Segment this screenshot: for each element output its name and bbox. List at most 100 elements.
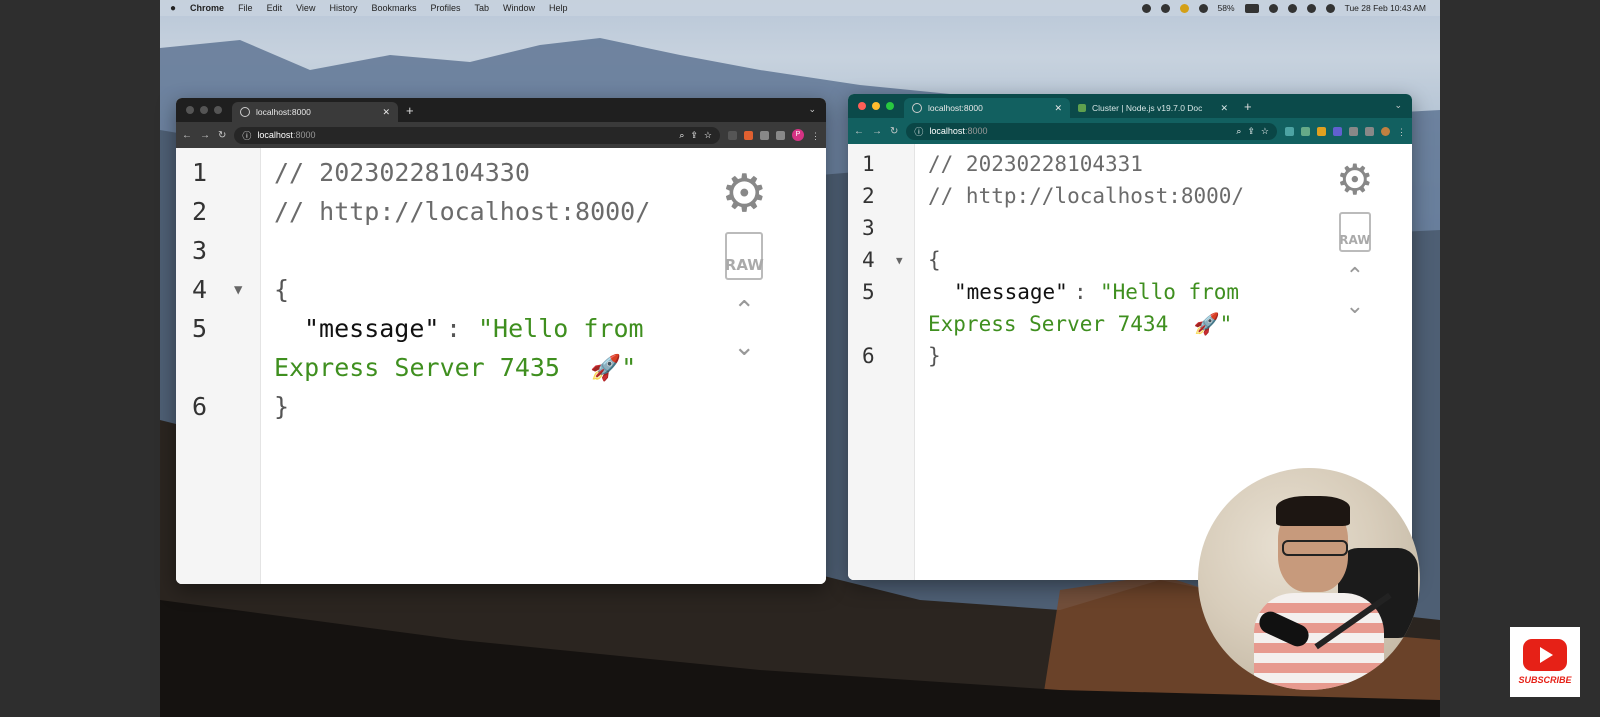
bookmark-star-icon[interactable]: ☆	[1261, 126, 1269, 137]
extension-icon[interactable]	[744, 130, 753, 140]
zoom-icon[interactable]: ⌕	[679, 130, 684, 141]
profile-avatar[interactable]: P	[792, 129, 804, 141]
raw-file-icon[interactable]: RAW	[725, 232, 764, 280]
close-window-button[interactable]	[858, 102, 866, 110]
browser-window-left: localhost:8000 ✕ + ⌄ ← → ↻ ⓘ localhost:8…	[176, 98, 826, 584]
menu-history[interactable]: History	[329, 3, 357, 13]
status-icon[interactable]	[1141, 3, 1151, 13]
gear-icon[interactable]: ⚙	[721, 168, 768, 220]
site-info-icon[interactable]: ⓘ	[914, 125, 923, 138]
battery-icon[interactable]	[1244, 3, 1259, 13]
tab-title: localhost:8000	[256, 107, 311, 117]
fold-toggle-icon[interactable]: ▼	[234, 282, 242, 298]
wifi-icon[interactable]	[1268, 3, 1278, 13]
menu-tab[interactable]: Tab	[475, 3, 490, 13]
chevron-down-icon[interactable]: ⌄	[733, 334, 755, 360]
apple-icon[interactable]: ●	[170, 3, 176, 14]
reload-icon[interactable]: ↻	[218, 130, 226, 141]
subscribe-button[interactable]: SUBSCRIBE	[1510, 627, 1580, 697]
menu-edit[interactable]: Edit	[267, 3, 283, 13]
fold-toggle-icon[interactable]: ▼	[896, 254, 903, 267]
back-icon[interactable]: ←	[182, 130, 192, 141]
comment-url: // http://localhost:8000/	[274, 197, 651, 226]
tab-nodejs-cluster-docs[interactable]: Cluster | Node.js v19.7.0 Docu ✕	[1070, 98, 1236, 118]
kebab-menu-icon[interactable]: ⋮	[811, 131, 820, 141]
close-window-button[interactable]	[186, 106, 194, 114]
status-icon[interactable]	[1160, 3, 1170, 13]
raw-file-icon[interactable]: RAW	[1338, 212, 1371, 252]
json-separator: :	[1074, 280, 1100, 304]
share-icon[interactable]: ⇪	[690, 130, 698, 141]
toolbar: ← → ↻ ⓘ localhost:8000 ⌕ ⇪ ☆ ⋮	[848, 118, 1412, 144]
forward-icon[interactable]: →	[872, 126, 882, 137]
extension-icon[interactable]	[1301, 126, 1310, 136]
tab-strip: localhost:8000 ✕ Cluster | Node.js v19.7…	[848, 94, 1412, 118]
line-number: 6	[192, 392, 208, 421]
menu-window[interactable]: Window	[503, 3, 535, 13]
nodejs-icon	[1078, 104, 1086, 112]
viewer-tools: ⚙ RAW ⌃ ⌄	[721, 168, 768, 360]
right-letterbox	[1440, 0, 1600, 717]
menu-app-name[interactable]: Chrome	[190, 3, 224, 13]
siri-icon[interactable]	[1325, 3, 1335, 13]
line-number: 3	[192, 236, 208, 265]
menu-profiles[interactable]: Profiles	[430, 3, 460, 13]
zoom-window-button[interactable]	[214, 106, 222, 114]
extensions: ⋮	[1285, 126, 1406, 137]
status-icon[interactable]	[1179, 3, 1189, 13]
close-tab-icon[interactable]: ✕	[1220, 103, 1228, 114]
subscribe-label: SUBSCRIBE	[1518, 675, 1572, 685]
profile-avatar[interactable]	[1381, 126, 1390, 136]
json-value: "Hello from	[478, 314, 644, 343]
puzzle-icon[interactable]	[760, 130, 769, 140]
close-tab-icon[interactable]: ✕	[1054, 103, 1062, 114]
menu-help[interactable]: Help	[549, 3, 568, 13]
search-icon[interactable]	[1287, 3, 1297, 13]
zoom-window-button[interactable]	[886, 102, 894, 110]
tab-search-chevron-icon[interactable]: ⌄	[1394, 100, 1402, 111]
open-brace: {	[274, 275, 290, 304]
menu-bookmarks[interactable]: Bookmarks	[371, 3, 416, 13]
menu-view[interactable]: View	[296, 3, 315, 13]
site-info-icon[interactable]: ⓘ	[242, 129, 251, 142]
minimize-window-button[interactable]	[872, 102, 880, 110]
youtube-play-icon	[1523, 639, 1567, 671]
share-icon[interactable]: ⇪	[1247, 126, 1255, 137]
presenter-glasses	[1282, 540, 1348, 556]
minimize-window-button[interactable]	[200, 106, 208, 114]
tab-localhost[interactable]: localhost:8000 ✕	[232, 102, 398, 122]
kebab-menu-icon[interactable]: ⋮	[1397, 127, 1406, 137]
tab-localhost[interactable]: localhost:8000 ✕	[904, 98, 1070, 118]
control-center-icon[interactable]	[1306, 3, 1316, 13]
address-bar[interactable]: ⓘ localhost:8000 ⌕ ⇪ ☆	[234, 126, 720, 144]
sidepanel-icon[interactable]	[776, 130, 785, 140]
chevron-up-icon[interactable]: ⌃	[1346, 266, 1364, 288]
close-tab-icon[interactable]: ✕	[382, 107, 390, 118]
menu-file[interactable]: File	[238, 3, 253, 13]
back-icon[interactable]: ←	[854, 126, 864, 137]
tab-search-chevron-icon[interactable]: ⌄	[808, 104, 816, 115]
extension-icon[interactable]	[1285, 126, 1294, 136]
extension-icon[interactable]	[728, 130, 737, 140]
bookmark-star-icon[interactable]: ☆	[704, 130, 712, 141]
status-icon[interactable]	[1198, 3, 1208, 13]
json-separator: :	[446, 314, 477, 343]
address-bar[interactable]: ⓘ localhost:8000 ⌕ ⇪ ☆	[906, 122, 1277, 140]
extension-icon[interactable]	[1333, 126, 1342, 136]
window-controls	[848, 102, 904, 110]
new-tab-button[interactable]: +	[1236, 99, 1260, 114]
zoom-icon[interactable]: ⌕	[1236, 126, 1241, 137]
chevron-up-icon[interactable]: ⌃	[733, 298, 755, 324]
extension-icon[interactable]	[1317, 126, 1326, 136]
sidepanel-icon[interactable]	[1365, 126, 1374, 136]
chevron-down-icon[interactable]: ⌄	[1346, 296, 1364, 318]
gear-icon[interactable]: ⚙	[1336, 159, 1374, 201]
window-controls	[176, 106, 232, 114]
line-number: 4	[862, 248, 875, 272]
new-tab-button[interactable]: +	[398, 103, 422, 118]
reload-icon[interactable]: ↻	[890, 126, 898, 137]
puzzle-icon[interactable]	[1349, 126, 1358, 136]
viewer-tools: ⚙ RAW ⌃ ⌄	[1336, 159, 1374, 318]
battery-percent: 58%	[1217, 3, 1235, 13]
forward-icon[interactable]: →	[200, 130, 210, 141]
